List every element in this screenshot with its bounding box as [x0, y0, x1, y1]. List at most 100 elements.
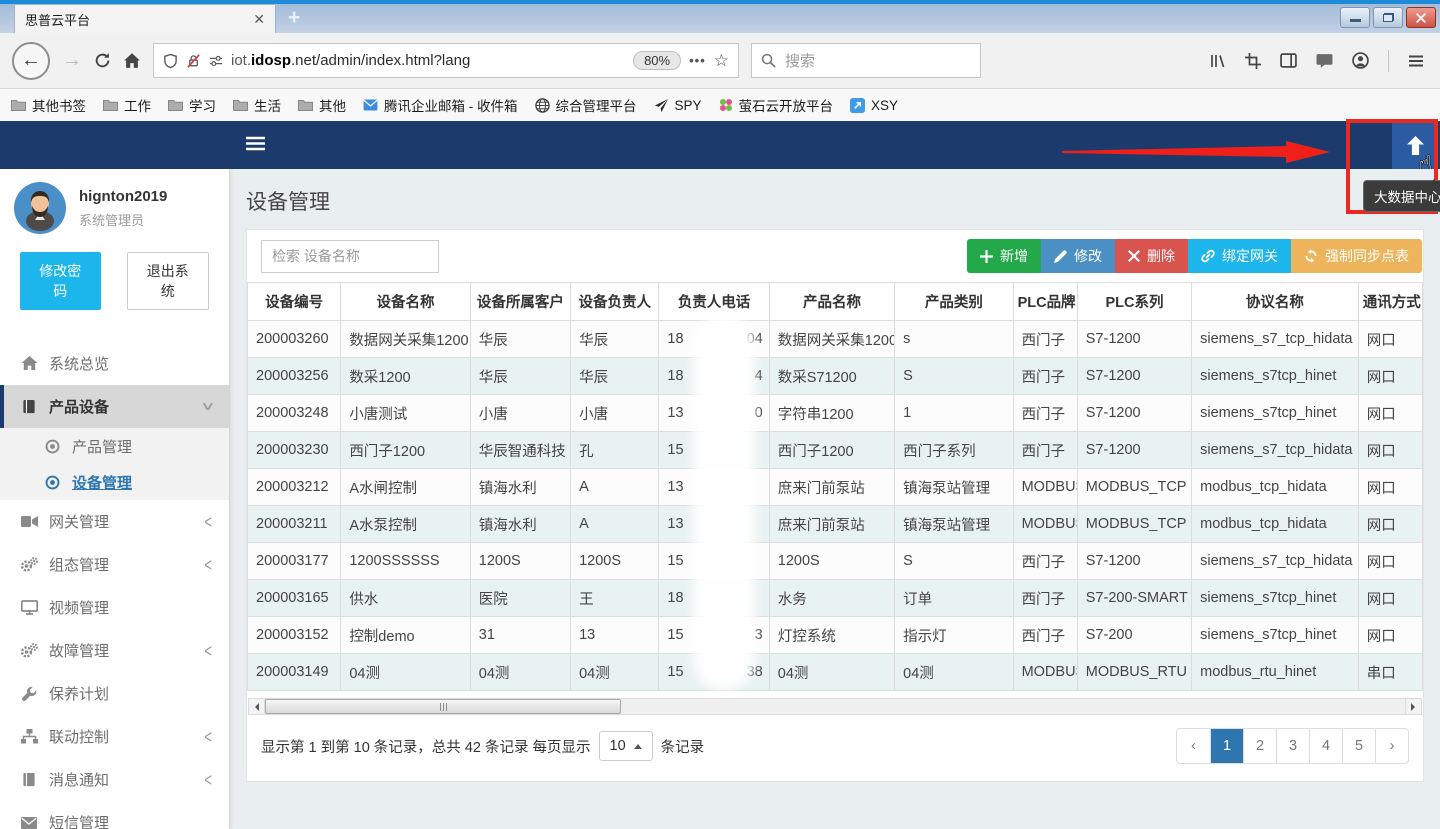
table-cell[interactable]: S7-200	[1077, 617, 1191, 654]
column-header[interactable]: 产品名称	[769, 283, 894, 321]
table-cell[interactable]: 医院	[470, 580, 570, 617]
table-cell[interactable]: A水闸控制	[341, 469, 470, 506]
table-cell[interactable]: 1200SSSSSS	[341, 543, 470, 580]
table-cell[interactable]: 指示灯	[895, 617, 1013, 654]
page-button-2[interactable]: 2	[1243, 729, 1276, 763]
table-cell[interactable]: 小唐测试	[341, 395, 470, 432]
table-cell[interactable]: 网口	[1358, 543, 1422, 580]
table-cell[interactable]: A水泵控制	[341, 506, 470, 543]
phone-cell[interactable]: 13	[659, 469, 769, 506]
table-cell[interactable]: 华辰	[470, 358, 570, 395]
table-cell[interactable]: S7-1200	[1077, 358, 1191, 395]
page-button-5[interactable]: 5	[1342, 729, 1375, 763]
删除-button[interactable]: 删除	[1115, 239, 1188, 273]
sidebar-item-gateway[interactable]: 网关管理<	[0, 500, 229, 543]
table-row[interactable]: 200003230西门子1200华辰智通科技孔15西门子1200西门子系列西门子…	[248, 432, 1423, 469]
column-header[interactable]: 协议名称	[1192, 283, 1359, 321]
page-size-dropdown[interactable]: 10	[599, 731, 653, 761]
table-cell[interactable]: 西门子	[1013, 617, 1077, 654]
column-header[interactable]: 通讯方式	[1358, 283, 1422, 321]
table-cell[interactable]: 水务	[769, 580, 894, 617]
table-cell[interactable]: 供水	[341, 580, 470, 617]
new-tab-button[interactable]: +	[288, 6, 300, 30]
table-cell[interactable]: 西门子	[1013, 358, 1077, 395]
phone-cell[interactable]: 15	[659, 432, 769, 469]
table-row[interactable]: 200003152控制demo3113153灯控系统指示灯西门子S7-200si…	[248, 617, 1423, 654]
table-cell[interactable]: 西门子1200	[769, 432, 894, 469]
phone-cell[interactable]: 1538	[659, 654, 769, 691]
scrollbar-track[interactable]	[265, 698, 1405, 715]
column-header[interactable]: 设备名称	[341, 283, 470, 321]
bookmark-item[interactable]: 综合管理平台	[535, 95, 637, 115]
column-header[interactable]: 负责人电话	[659, 283, 769, 321]
sidebar-item-overview[interactable]: 系统总览	[0, 342, 229, 385]
account-icon[interactable]	[1352, 52, 1369, 69]
tab-close-icon[interactable]: ✕	[253, 11, 265, 28]
table-cell[interactable]: 小唐	[470, 395, 570, 432]
horizontal-scrollbar[interactable]	[248, 698, 1422, 715]
sidebar-item-maintenance[interactable]: 保养计划	[0, 672, 229, 715]
bookmark-item[interactable]: 腾讯企业邮箱 - 收件箱	[363, 95, 518, 115]
phone-cell[interactable]: 153	[659, 617, 769, 654]
back-button[interactable]: ←	[12, 42, 50, 80]
table-cell[interactable]: 订单	[895, 580, 1013, 617]
table-cell[interactable]: 200003149	[248, 654, 341, 691]
table-cell[interactable]: A	[571, 469, 659, 506]
table-cell[interactable]: 华辰	[571, 358, 659, 395]
column-header[interactable]: 设备负责人	[571, 283, 659, 321]
table-cell[interactable]: 镇海泵站管理	[895, 469, 1013, 506]
table-cell[interactable]: S	[895, 543, 1013, 580]
table-cell[interactable]: S7-200-SMART	[1077, 580, 1191, 617]
table-cell[interactable]: S7-1200	[1077, 395, 1191, 432]
table-cell[interactable]: siemens_s7tcp_hinet	[1192, 358, 1359, 395]
menu-icon[interactable]	[1408, 54, 1424, 68]
bigdata-center-button[interactable]: ☝	[1392, 121, 1438, 169]
zoom-level-badge[interactable]: 80%	[633, 51, 681, 70]
table-cell[interactable]: 网口	[1358, 358, 1422, 395]
sidebar-item-scada[interactable]: 组态管理<	[0, 543, 229, 586]
bookmark-item[interactable]: XSY	[850, 98, 898, 113]
bookmark-item[interactable]: 生活	[233, 95, 281, 115]
phone-cell[interactable]: 1804	[659, 321, 769, 358]
table-cell[interactable]: MODBUS	[1013, 654, 1077, 691]
page-actions-icon[interactable]: •••	[689, 53, 706, 68]
table-cell[interactable]: S7-1200	[1077, 432, 1191, 469]
table-cell[interactable]: 小唐	[571, 395, 659, 432]
table-cell[interactable]: modbus_rtu_hinet	[1192, 654, 1359, 691]
table-cell[interactable]: siemens_s7_tcp_hidata	[1192, 543, 1359, 580]
table-cell[interactable]: 网口	[1358, 469, 1422, 506]
table-cell[interactable]: MODBUS_TCP	[1077, 506, 1191, 543]
table-cell[interactable]: 字符串1200	[769, 395, 894, 432]
home-icon[interactable]	[123, 52, 141, 69]
page-button-‹[interactable]: ‹	[1177, 729, 1210, 763]
sidebar-item-fault[interactable]: 故障管理<	[0, 629, 229, 672]
column-header[interactable]: 设备所属客户	[470, 283, 570, 321]
table-cell[interactable]: MODBUS	[1013, 469, 1077, 506]
table-cell[interactable]: 西门子	[1013, 580, 1077, 617]
sidebar-collapse-icon[interactable]	[246, 136, 265, 151]
sidebar-item-sms[interactable]: 短信管理	[0, 801, 229, 829]
device-search-input[interactable]	[261, 240, 439, 273]
column-header[interactable]: 产品类别	[895, 283, 1013, 321]
table-cell[interactable]: 华辰	[571, 321, 659, 358]
sidebar-toggle-icon[interactable]	[1280, 53, 1297, 68]
修改-button[interactable]: 修改	[1041, 239, 1115, 273]
forward-button[interactable]: →	[62, 49, 82, 72]
bookmark-item[interactable]: 萤石云开放平台	[719, 95, 834, 115]
table-cell[interactable]: modbus_tcp_hidata	[1192, 506, 1359, 543]
table-cell[interactable]: 200003165	[248, 580, 341, 617]
table-cell[interactable]: S	[895, 358, 1013, 395]
sidebar-item-linkage[interactable]: 联动控制<	[0, 715, 229, 758]
table-cell[interactable]: 镇海水利	[470, 506, 570, 543]
table-cell[interactable]: 数据网关采集1200	[341, 321, 470, 358]
scroll-left-button[interactable]	[248, 698, 265, 715]
table-cell[interactable]: 西门子1200	[341, 432, 470, 469]
phone-cell[interactable]: 18	[659, 580, 769, 617]
table-cell[interactable]: 200003212	[248, 469, 341, 506]
table-cell[interactable]: 串口	[1358, 654, 1422, 691]
phone-cell[interactable]: 13	[659, 506, 769, 543]
bookmark-item[interactable]: 其他书签	[11, 95, 86, 115]
table-cell[interactable]: 网口	[1358, 395, 1422, 432]
table-row[interactable]: 200003260数据网关采集1200华辰华辰1804数据网关采集1200s西门…	[248, 321, 1423, 358]
table-cell[interactable]: 04测	[341, 654, 470, 691]
